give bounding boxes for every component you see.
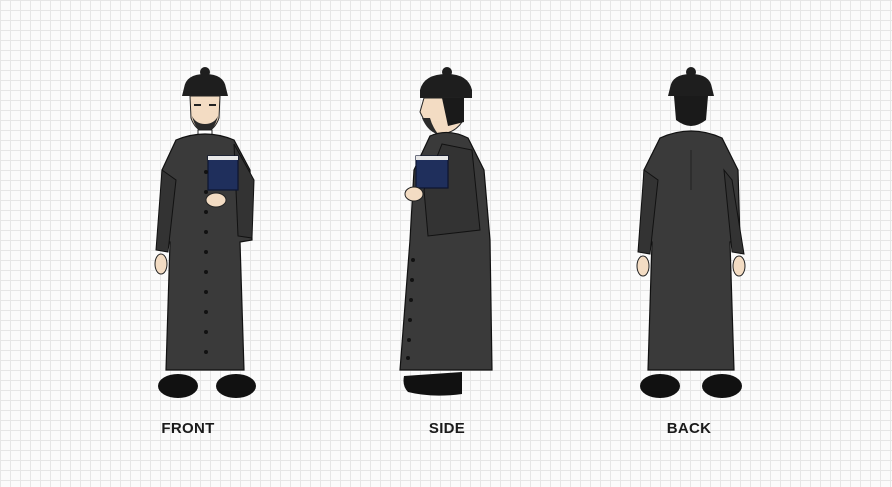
- back-view-label: BACK: [666, 420, 712, 437]
- priest-front-figure: [126, 60, 286, 405]
- side-view-label: SIDE: [428, 420, 466, 437]
- priest-back-figure: [612, 60, 772, 405]
- priest-side-figure: [368, 60, 528, 405]
- character-sheet: FRONT SIDE BACK: [0, 0, 892, 487]
- front-view-label: FRONT: [161, 420, 215, 437]
